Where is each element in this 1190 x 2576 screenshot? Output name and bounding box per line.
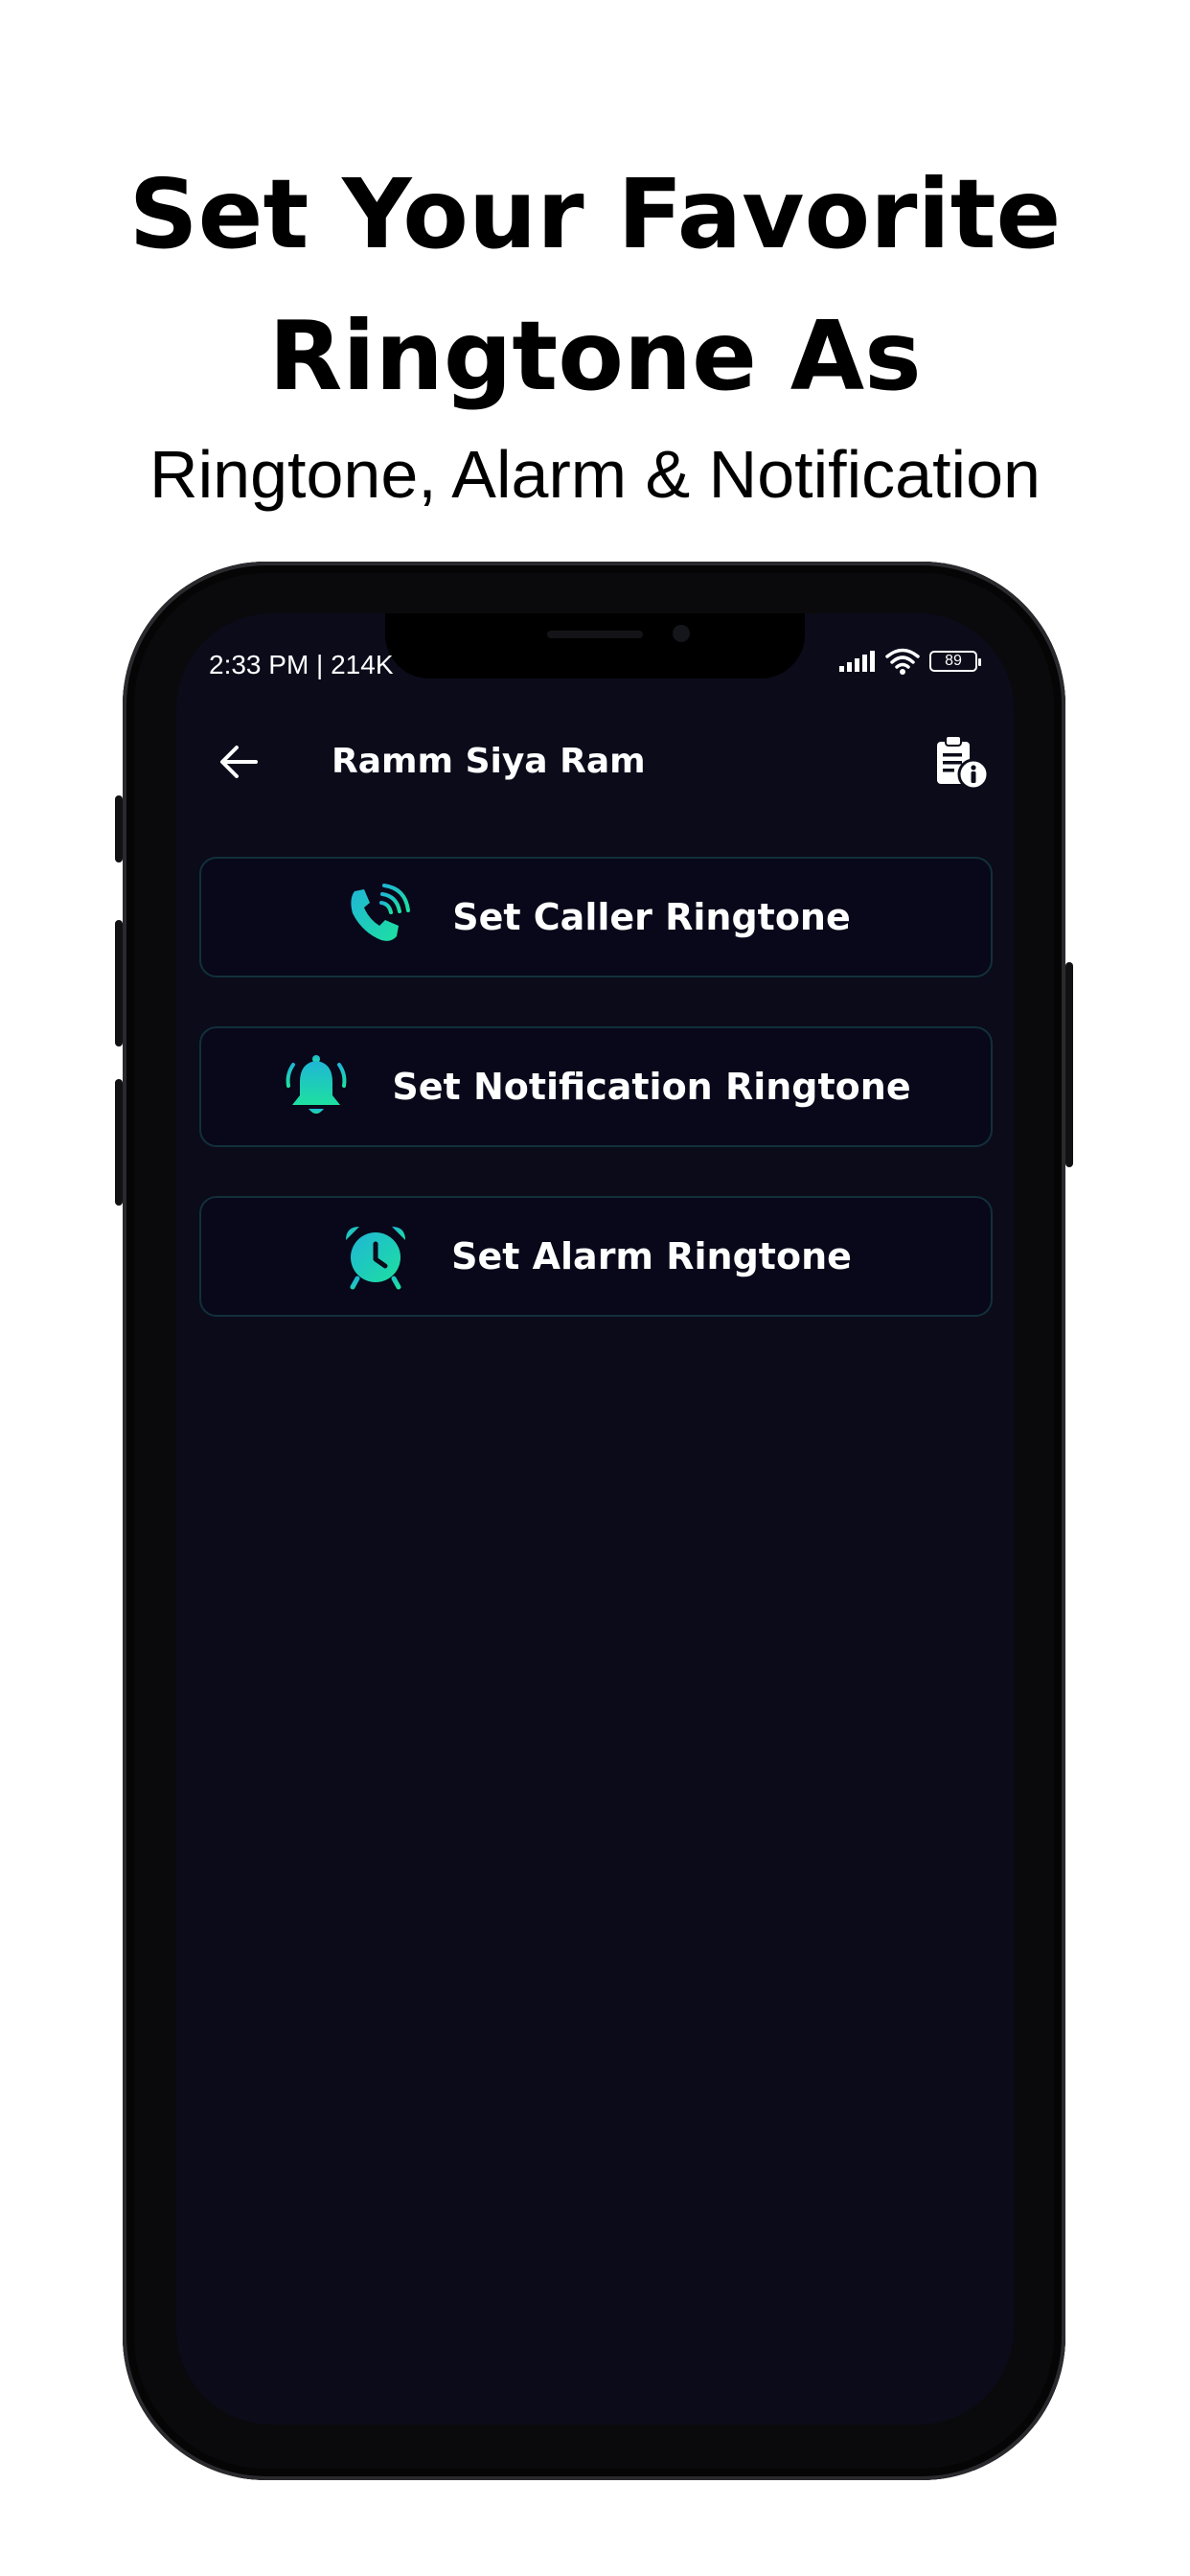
promo-subheadline: Ringtone, Alarm & Notification	[149, 437, 1041, 512]
wifi-icon	[885, 648, 920, 675]
set-alarm-ringtone-button[interactable]: Set Alarm Ringtone	[199, 1196, 993, 1317]
phone-notch	[385, 613, 805, 678]
signal-icon	[839, 651, 875, 672]
phone-ringing-icon	[341, 882, 412, 953]
app-bar: Ramm Siya Ram	[176, 709, 1014, 815]
clipboard-info-icon	[937, 735, 990, 791]
arrow-left-icon	[220, 746, 258, 778]
phone-power-button	[1065, 962, 1073, 1167]
phone-side-button	[115, 920, 123, 1046]
bell-icon	[281, 1051, 352, 1122]
set-notification-ringtone-button[interactable]: Set Notification Ringtone	[199, 1026, 993, 1147]
promo-headline-line2: Ringtone As	[268, 300, 922, 412]
option-label: Set Notification Ringtone	[392, 1066, 911, 1108]
info-button[interactable]	[927, 728, 995, 795]
promo-page: Set Your Favorite Ringtone As Ringtone, …	[0, 0, 1190, 2576]
phone-side-button	[115, 1079, 123, 1206]
status-time: 2:33 PM | 214K	[209, 650, 394, 679]
page-title: Ramm Siya Ram	[332, 742, 646, 781]
notch-camera	[673, 625, 690, 642]
option-label: Set Alarm Ringtone	[451, 1235, 852, 1277]
status-icons: 89	[839, 648, 981, 675]
set-caller-ringtone-button[interactable]: Set Caller Ringtone	[199, 857, 993, 978]
phone-side-button	[115, 795, 123, 862]
back-button[interactable]	[213, 736, 264, 788]
notch-speaker	[547, 631, 643, 638]
battery-icon: 89	[929, 651, 981, 672]
promo-headline-line1: Set Your Favorite	[128, 158, 1062, 270]
phone-screen: 2:33 PM | 214K 89 Ramm Siya Ram Set Call…	[176, 613, 1014, 2425]
option-label: Set Caller Ringtone	[452, 896, 851, 938]
alarm-clock-icon	[340, 1221, 411, 1292]
